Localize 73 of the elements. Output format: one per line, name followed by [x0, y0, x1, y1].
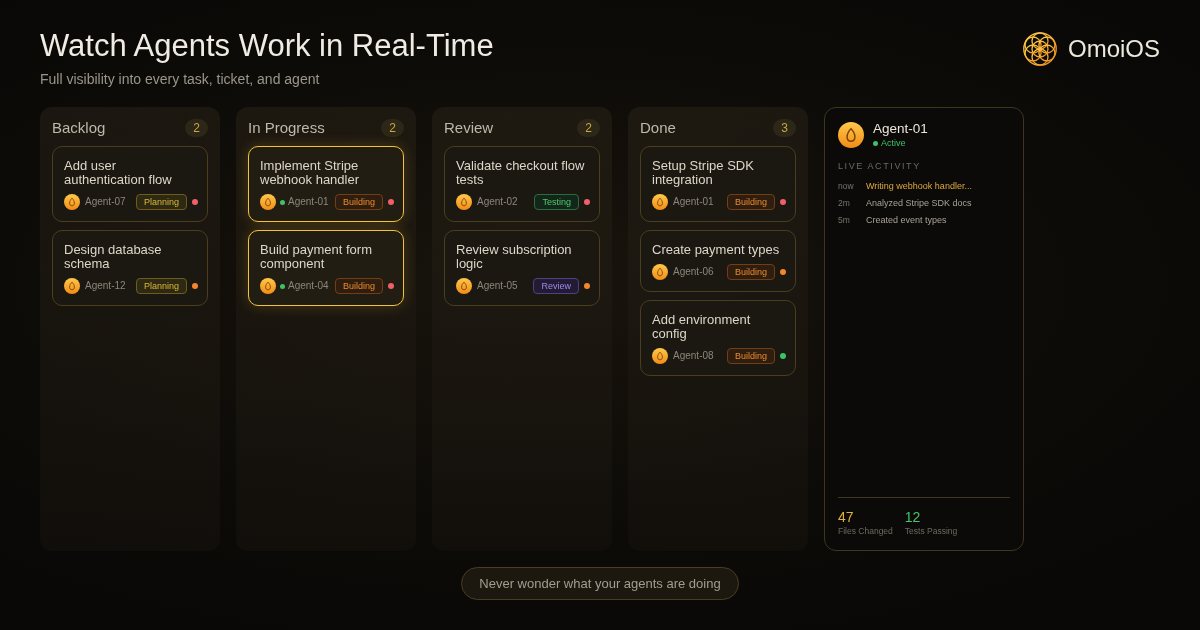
count-badge: 2: [381, 119, 404, 137]
agent-name: Agent-01: [873, 121, 928, 137]
task-card[interactable]: Build payment form component Agent-04 Building: [248, 230, 404, 306]
column-title: In Progress: [248, 119, 325, 137]
column-title: Done: [640, 119, 676, 137]
agent-avatar-icon: [838, 122, 864, 148]
avatar-icon: [64, 278, 80, 294]
activity-time: now: [838, 180, 855, 192]
activity-text: Created event types: [866, 214, 948, 226]
count-badge: 3: [773, 119, 796, 137]
avatar-icon: [652, 264, 668, 280]
count-badge: 2: [577, 119, 600, 137]
task-card[interactable]: Review subscription logic Agent-05 Review: [444, 230, 600, 306]
task-card[interactable]: Add user authentication flow Agent-07 Planning: [52, 146, 208, 222]
card-title: Implement Stripe webhook handler: [260, 159, 361, 187]
stat-label: Tests Passing: [904, 526, 958, 537]
card-title: Build payment form component: [260, 243, 373, 271]
avatar-icon: [260, 194, 276, 210]
avatar-icon: [456, 194, 472, 210]
tagline-pill: Never wonder what your agents are doing: [461, 567, 739, 600]
stage-tag: Building: [334, 194, 383, 210]
agent-name: Agent-04: [288, 280, 329, 292]
stage-tag: Testing: [534, 194, 579, 210]
page-subtitle: Full visibility into every task, ticket, and agent: [40, 70, 321, 88]
agent-name: Agent-02: [477, 196, 518, 208]
column-title: Review: [444, 119, 494, 137]
agent-name: Agent-12: [85, 280, 126, 292]
avatar-icon: [456, 278, 472, 294]
section-heading: LIVE ACTIVITY: [838, 161, 922, 172]
avatar-icon: [652, 194, 668, 210]
stat-value: 47: [838, 509, 855, 526]
activity-time: 2m: [838, 197, 851, 209]
agent-name: Agent-01: [673, 196, 714, 208]
agent-name: Agent-06: [673, 266, 714, 278]
stage-tag: Planning: [135, 278, 187, 294]
agent-status: Active: [881, 138, 906, 149]
stage-tag: Building: [726, 348, 775, 364]
avatar-icon: [260, 278, 276, 294]
agent-name: Agent-08: [673, 350, 714, 362]
agent-name: Agent-07: [85, 196, 126, 208]
task-card[interactable]: Create payment types Agent-06 Building: [640, 230, 796, 292]
column-title: Backlog: [52, 119, 106, 137]
card-title: Design database schema: [64, 243, 163, 271]
activity-text: Writing webhook handler...: [866, 180, 973, 192]
task-card[interactable]: Setup Stripe SDK integration Agent-01 Building: [640, 146, 796, 222]
agent-name: Agent-01: [288, 196, 329, 208]
page-title: Watch Agents Work in Real-Time: [40, 28, 494, 64]
stage-tag: Building: [726, 194, 775, 210]
stage-tag: Building: [334, 278, 383, 294]
task-card[interactable]: Design database schema Agent-12 Planning: [52, 230, 208, 306]
task-card[interactable]: Validate checkout flow tests Agent-02 Testing: [444, 146, 600, 222]
stage-tag: Building: [726, 264, 775, 280]
card-title: Validate checkout flow tests: [456, 159, 586, 187]
avatar-icon: [64, 194, 80, 210]
task-card[interactable]: Implement Stripe webhook handler Agent-01 Building: [248, 146, 404, 222]
brand-name: OmoiOS: [1068, 34, 1160, 64]
card-title: Review subscription logic: [456, 243, 573, 271]
status-dot-icon: [873, 141, 878, 146]
logo-icon: [1023, 32, 1057, 66]
card-title: Create payment types: [652, 243, 781, 257]
count-badge: 2: [185, 119, 208, 137]
card-title: Add environment config: [652, 313, 752, 341]
activity-time: 5m: [838, 214, 851, 226]
activity-text: Analyzed Stripe SDK docs: [866, 197, 973, 209]
stage-tag: Planning: [135, 194, 187, 210]
avatar-icon: [652, 348, 668, 364]
agent-name: Agent-05: [477, 280, 518, 292]
task-card[interactable]: Add environment config Agent-08 Building: [640, 300, 796, 376]
stat-value: 12: [904, 509, 922, 526]
card-title: Add user authentication flow: [64, 159, 173, 187]
stage-tag: Review: [533, 278, 579, 294]
stat-label: Files Changed: [838, 526, 893, 537]
card-title: Setup Stripe SDK integration: [652, 159, 755, 187]
